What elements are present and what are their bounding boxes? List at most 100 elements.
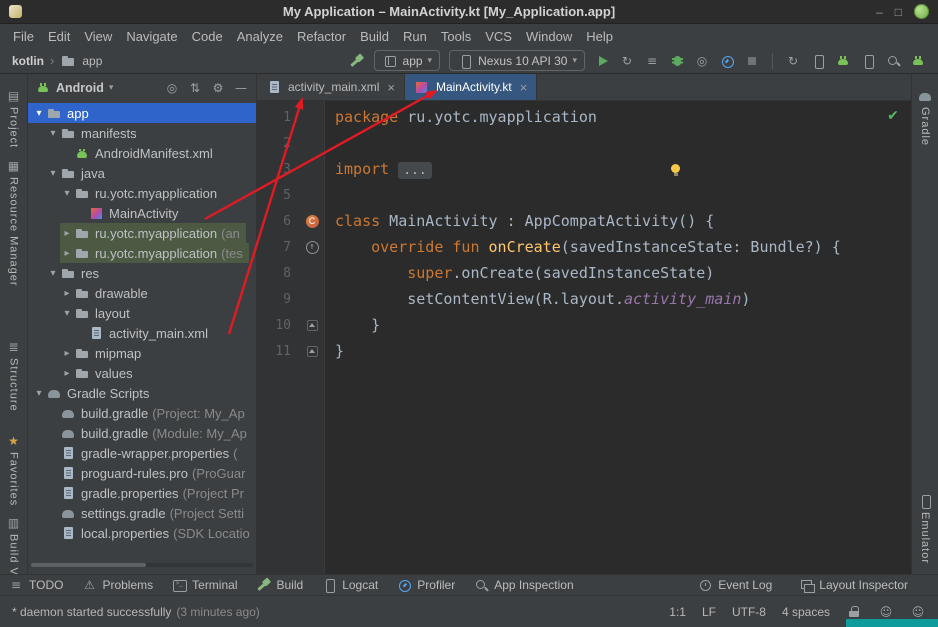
status-lf[interactable]: LF	[702, 605, 716, 619]
tree-item-activity-main-xml[interactable]: activity_main.xml	[28, 323, 256, 343]
device-file-explorer-button[interactable]	[860, 53, 876, 69]
highlighting-level-button[interactable]: ☺	[878, 604, 894, 620]
tool-window-button-build[interactable]: Build	[256, 577, 304, 593]
inspections-status[interactable]: ✔	[885, 108, 901, 124]
intention-bulb-icon[interactable]	[670, 164, 681, 176]
hide-button[interactable]: —	[233, 80, 249, 96]
tool-button-structure[interactable]: ≣Structure	[6, 339, 22, 412]
sdk-manager-button[interactable]	[835, 53, 851, 69]
sync-project-button[interactable]: ↻	[785, 53, 801, 69]
run-config-select[interactable]: app▾	[374, 50, 441, 71]
tree-item-res[interactable]: ▾res	[28, 263, 256, 283]
tree-item-mipmap[interactable]: ▸mipmap	[28, 343, 256, 363]
menu-refactor[interactable]: Refactor	[290, 26, 353, 47]
tree-item-gradle-scripts[interactable]: ▾Gradle Scripts	[28, 383, 256, 403]
breadcrumb-app[interactable]: app	[82, 54, 102, 68]
menu-run[interactable]: Run	[396, 26, 434, 47]
tree-item-ru-yotc-myapplication[interactable]: ▸ru.yotc.myapplication(an	[28, 223, 256, 243]
tool-button-emulator[interactable]: Emulator	[917, 493, 933, 564]
tab-close-icon[interactable]: ×	[520, 80, 528, 95]
coverage-button[interactable]: ◎	[694, 53, 710, 69]
project-hscrollbar[interactable]	[31, 563, 253, 567]
tool-button-favorites[interactable]: ★Favorites	[6, 433, 22, 506]
minimize-button[interactable]: –	[876, 6, 883, 18]
tree-item-gradle-wrapper-properties[interactable]: gradle-wrapper.properties(	[28, 443, 256, 463]
tree-item-java[interactable]: ▾java	[28, 163, 256, 183]
menu-file[interactable]: File	[6, 26, 41, 47]
status-4-spaces[interactable]: 4 spaces	[782, 605, 830, 619]
line-number[interactable]: 3	[257, 162, 299, 177]
line-number[interactable]: 6	[257, 214, 299, 229]
tree-item-settings-gradle[interactable]: settings.gradle(Project Setti	[28, 503, 256, 523]
tool-button-resource-manager[interactable]: ▦Resource Manager	[6, 158, 22, 287]
tool-window-button-profiler[interactable]: Profiler	[396, 577, 455, 593]
tab-mainactivity-kt[interactable]: MainActivity.kt×	[405, 74, 537, 100]
status-1-1[interactable]: 1:1	[669, 605, 686, 619]
status-utf-8[interactable]: UTF-8	[732, 605, 766, 619]
tree-item-mainactivity[interactable]: MainActivity	[28, 203, 256, 223]
menu-tools[interactable]: Tools	[434, 26, 478, 47]
ide-status-button[interactable]: ☺	[910, 604, 926, 620]
tree-item-ru-yotc-myapplication[interactable]: ▾ru.yotc.myapplication	[28, 183, 256, 203]
menu-vcs[interactable]: VCS	[478, 26, 519, 47]
chevron-collapsed-icon[interactable]: ▸	[60, 228, 74, 239]
settings-button[interactable]: ⚙	[210, 80, 226, 96]
tree-item-ru-yotc-myapplication[interactable]: ▸ru.yotc.myapplication(tes	[28, 243, 256, 263]
close-button[interactable]	[914, 4, 929, 19]
project-view-selector[interactable]: Android	[56, 81, 104, 95]
tool-button-project[interactable]: ▤Project	[6, 88, 22, 148]
chevron-collapsed-icon[interactable]: ▸	[60, 248, 74, 259]
search-everywhere-button[interactable]	[885, 53, 901, 69]
attach-debugger-button[interactable]: ≡	[644, 53, 660, 69]
menu-help[interactable]: Help	[579, 26, 620, 47]
run-button[interactable]	[594, 53, 610, 69]
lock-button[interactable]	[846, 604, 862, 620]
code-editor[interactable]: 1package ru.yotc.myapplication23import .…	[257, 101, 911, 574]
device-select[interactable]: Nexus 10 API 30▾	[449, 50, 585, 71]
debug-button[interactable]	[669, 53, 685, 69]
menu-navigate[interactable]: Navigate	[119, 26, 184, 47]
breadcrumb-kotlin[interactable]: kotlin	[12, 54, 44, 68]
tree-item-values[interactable]: ▸values	[28, 363, 256, 383]
line-number[interactable]: 9	[257, 292, 299, 307]
tool-window-button-todo[interactable]: ≡TODO	[8, 577, 63, 593]
fold-marker-icon[interactable]	[307, 346, 318, 357]
tree-item-build-gradle[interactable]: build.gradle(Project: My_Ap	[28, 403, 256, 423]
tool-window-button-event-log[interactable]: Event Log	[697, 577, 772, 593]
chevron-expanded-icon[interactable]: ▾	[46, 268, 60, 279]
tree-item-gradle-properties[interactable]: gradle.properties(Project Pr	[28, 483, 256, 503]
chevron-expanded-icon[interactable]: ▾	[32, 108, 46, 119]
tree-item-layout[interactable]: ▾layout	[28, 303, 256, 323]
apply-changes-button[interactable]: ↻	[619, 53, 635, 69]
build-hammer-button[interactable]	[349, 53, 365, 69]
fold-marker-icon[interactable]	[307, 320, 318, 331]
line-number[interactable]: 10	[257, 318, 299, 333]
tool-window-button-app-inspection[interactable]: App Inspection	[473, 577, 573, 593]
line-number[interactable]: 8	[257, 266, 299, 281]
tool-button-build-variants[interactable]: ▥Build Variants	[6, 515, 22, 574]
chevron-expanded-icon[interactable]: ▾	[60, 308, 74, 319]
locate-file-button[interactable]: ◎	[164, 80, 180, 96]
menu-code[interactable]: Code	[185, 26, 230, 47]
line-number[interactable]: 5	[257, 188, 299, 203]
tab-close-icon[interactable]: ×	[387, 80, 395, 95]
menu-edit[interactable]: Edit	[41, 26, 77, 47]
tool-window-button-logcat[interactable]: Logcat	[321, 577, 378, 593]
tree-item-androidmanifest-xml[interactable]: AndroidManifest.xml	[28, 143, 256, 163]
class-gutter-icon[interactable]: C	[306, 215, 319, 228]
tool-window-button-problems[interactable]: ⚠Problems	[81, 577, 153, 593]
menu-analyze[interactable]: Analyze	[230, 26, 290, 47]
maximize-button[interactable]: □	[895, 6, 902, 18]
chevron-collapsed-icon[interactable]: ▸	[60, 348, 74, 359]
overriding-method-gutter-icon[interactable]: ↑	[306, 241, 319, 254]
menu-build[interactable]: Build	[353, 26, 396, 47]
scrollbar-thumb[interactable]	[31, 563, 146, 567]
tool-window-button-terminal[interactable]: Terminal	[171, 577, 237, 593]
tree-item-drawable[interactable]: ▸drawable	[28, 283, 256, 303]
line-number[interactable]: 11	[257, 344, 299, 359]
chevron-expanded-icon[interactable]: ▾	[32, 388, 46, 399]
tree-item-manifests[interactable]: ▾manifests	[28, 123, 256, 143]
chevron-collapsed-icon[interactable]: ▸	[60, 368, 74, 379]
menu-window[interactable]: Window	[519, 26, 579, 47]
tree-item-build-gradle[interactable]: build.gradle(Module: My_Ap	[28, 423, 256, 443]
